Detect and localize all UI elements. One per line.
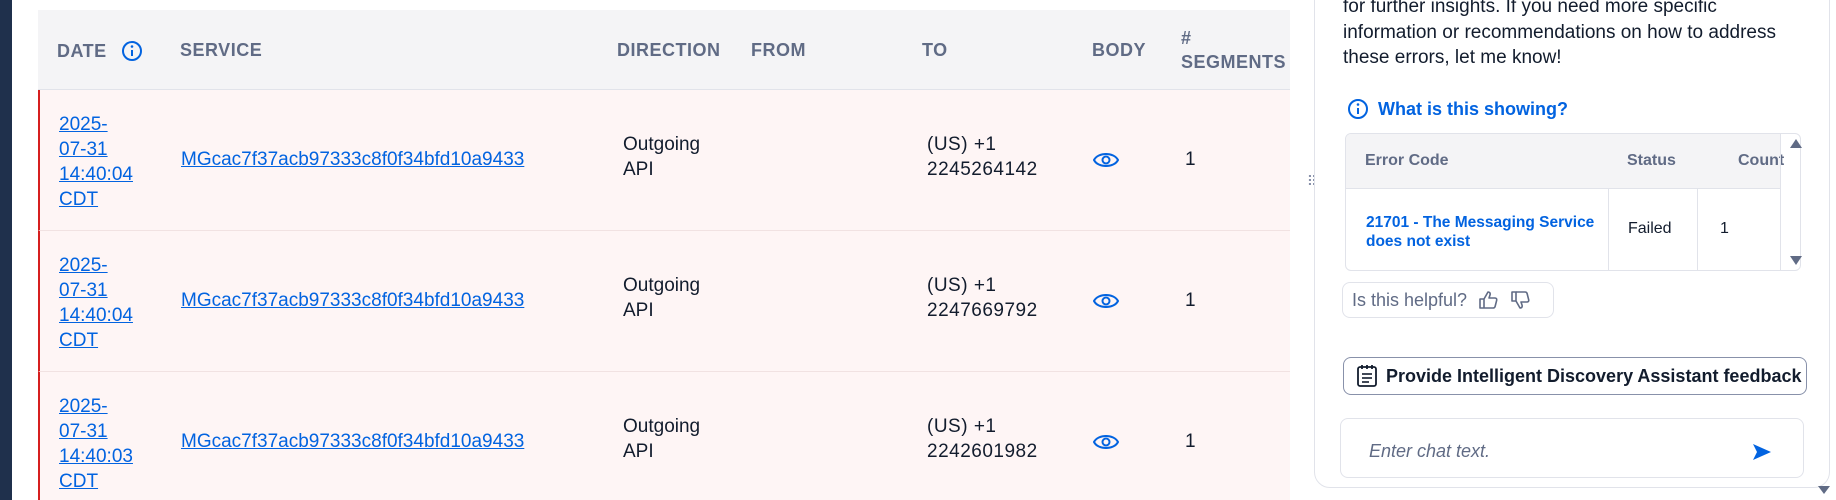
to-cell: (US) +1 2242601982 — [927, 414, 1038, 464]
to-line: 2242601982 — [927, 441, 1038, 462]
error-count: 1 — [1720, 220, 1729, 237]
thumbs-up-icon[interactable] — [1477, 289, 1499, 311]
page-scroll-down-arrow[interactable] — [1818, 486, 1830, 494]
header-status: Status — [1627, 152, 1676, 169]
date-part: CDT — [59, 330, 99, 351]
direction-cell: Outgoing API — [623, 414, 700, 464]
chat-composer — [1340, 418, 1804, 478]
message-line: information or recommendations on how to… — [1343, 21, 1777, 43]
eye-icon[interactable] — [1093, 150, 1119, 170]
scroll-down-arrow[interactable] — [1790, 256, 1802, 265]
service-link[interactable]: MGcac7f37acb97333c8f0f34bfd10a9433 — [181, 149, 524, 171]
provide-feedback-button[interactable]: Provide Intelligent Discovery Assistant … — [1343, 357, 1807, 395]
feedback-helpful: Is this helpful? — [1342, 282, 1554, 318]
segments-cell: 1 — [1185, 290, 1196, 311]
notes-icon — [1357, 365, 1377, 387]
message-line: for further insights. If you need more s… — [1343, 0, 1717, 17]
header-date[interactable]: DATE — [57, 40, 143, 62]
to-line: (US) +1 — [927, 134, 997, 155]
date-part: 2025- — [59, 255, 108, 276]
error-summary-table: Error Code Status Count 21701 - The Mess… — [1345, 133, 1801, 271]
error-table-header: Error Code Status Count — [1346, 134, 1784, 189]
direction-line: Outgoing — [623, 416, 701, 437]
header-from: FROM — [751, 40, 806, 60]
date-part: CDT — [59, 189, 99, 210]
date-part: 07-31 — [59, 421, 108, 442]
to-cell: (US) +1 2245264142 — [927, 132, 1038, 182]
header-segments: # SEGMENTS — [1181, 26, 1286, 74]
info-icon — [1348, 99, 1368, 119]
eye-icon[interactable] — [1093, 291, 1119, 311]
direction-line: Outgoing — [623, 134, 701, 155]
segments-cell: 1 — [1185, 431, 1196, 452]
date-part: 07-31 — [59, 280, 108, 301]
direction-line: API — [623, 300, 654, 321]
header-count: Count — [1738, 152, 1785, 169]
direction-cell: Outgoing API — [623, 273, 700, 323]
chat-input[interactable] — [1369, 441, 1739, 462]
table-row: 2025- 07-31 14:40:04 CDT MGcac7f37acb973… — [38, 231, 1290, 372]
date-part: 14:40:03 — [59, 446, 133, 467]
scrollbar-track[interactable] — [1780, 134, 1781, 270]
table-row: 2025- 07-31 14:40:03 CDT MGcac7f37acb973… — [38, 372, 1290, 500]
left-rail — [0, 0, 12, 500]
direction-line: Outgoing — [623, 275, 701, 296]
table-row: 2025- 07-31 14:40:04 CDT MGcac7f37acb973… — [38, 90, 1290, 231]
thumbs-down-icon[interactable] — [1509, 289, 1531, 311]
feedback-button-label: Provide Intelligent Discovery Assistant … — [1386, 365, 1802, 386]
header-date-label: DATE — [57, 40, 107, 61]
send-icon[interactable] — [1752, 443, 1772, 461]
date-link[interactable]: 2025- 07-31 14:40:03 CDT — [59, 394, 149, 494]
service-link[interactable]: MGcac7f37acb97333c8f0f34bfd10a9433 — [181, 290, 524, 312]
date-part: 14:40:04 — [59, 305, 133, 326]
to-cell: (US) +1 2247669792 — [927, 273, 1038, 323]
error-status: Failed — [1628, 220, 1672, 237]
to-line: (US) +1 — [927, 416, 997, 437]
assistant-message: for further insights. If you need more s… — [1343, 0, 1813, 71]
eye-icon[interactable] — [1093, 432, 1119, 452]
header-service: SERVICE — [180, 40, 263, 60]
scroll-up-arrow[interactable] — [1790, 139, 1802, 148]
date-part: CDT — [59, 471, 99, 492]
direction-cell: Outgoing API — [623, 132, 700, 182]
what-is-this-showing-label: What is this showing? — [1378, 98, 1568, 119]
column-divider — [1697, 189, 1698, 270]
date-link[interactable]: 2025- 07-31 14:40:04 CDT — [59, 112, 149, 212]
what-is-this-showing-link[interactable]: What is this showing? — [1347, 98, 1568, 120]
header-segments-hash: # — [1181, 28, 1192, 48]
helpful-label: Is this helpful? — [1352, 289, 1468, 310]
messages-table: DATE SERVICE DIRECTION FROM TO BODY # SE… — [38, 10, 1290, 500]
header-error-code: Error Code — [1365, 152, 1449, 169]
date-link[interactable]: 2025- 07-31 14:40:04 CDT — [59, 253, 149, 353]
header-direction: DIRECTION — [617, 40, 721, 60]
direction-line: API — [623, 159, 654, 180]
date-part: 14:40:04 — [59, 164, 133, 185]
date-part: 07-31 — [59, 139, 108, 160]
header-segments-label: SEGMENTS — [1181, 52, 1287, 72]
service-link[interactable]: MGcac7f37acb97333c8f0f34bfd10a9433 — [181, 431, 524, 453]
date-part: 2025- — [59, 114, 108, 135]
date-part: 2025- — [59, 396, 108, 417]
to-line: 2245264142 — [927, 159, 1038, 180]
column-divider — [1608, 189, 1609, 270]
info-icon[interactable] — [121, 40, 143, 62]
header-body: BODY — [1092, 40, 1147, 60]
error-code-link[interactable]: 21701 - The Messaging Service does not e… — [1366, 213, 1606, 251]
to-line: (US) +1 — [927, 275, 997, 296]
to-line: 2247669792 — [927, 300, 1038, 321]
table-header: DATE SERVICE DIRECTION FROM TO BODY # SE… — [38, 10, 1290, 90]
segments-cell: 1 — [1185, 149, 1196, 170]
direction-line: API — [623, 441, 654, 462]
message-line: these errors, let me know! — [1343, 47, 1562, 68]
header-to: TO — [922, 40, 948, 60]
